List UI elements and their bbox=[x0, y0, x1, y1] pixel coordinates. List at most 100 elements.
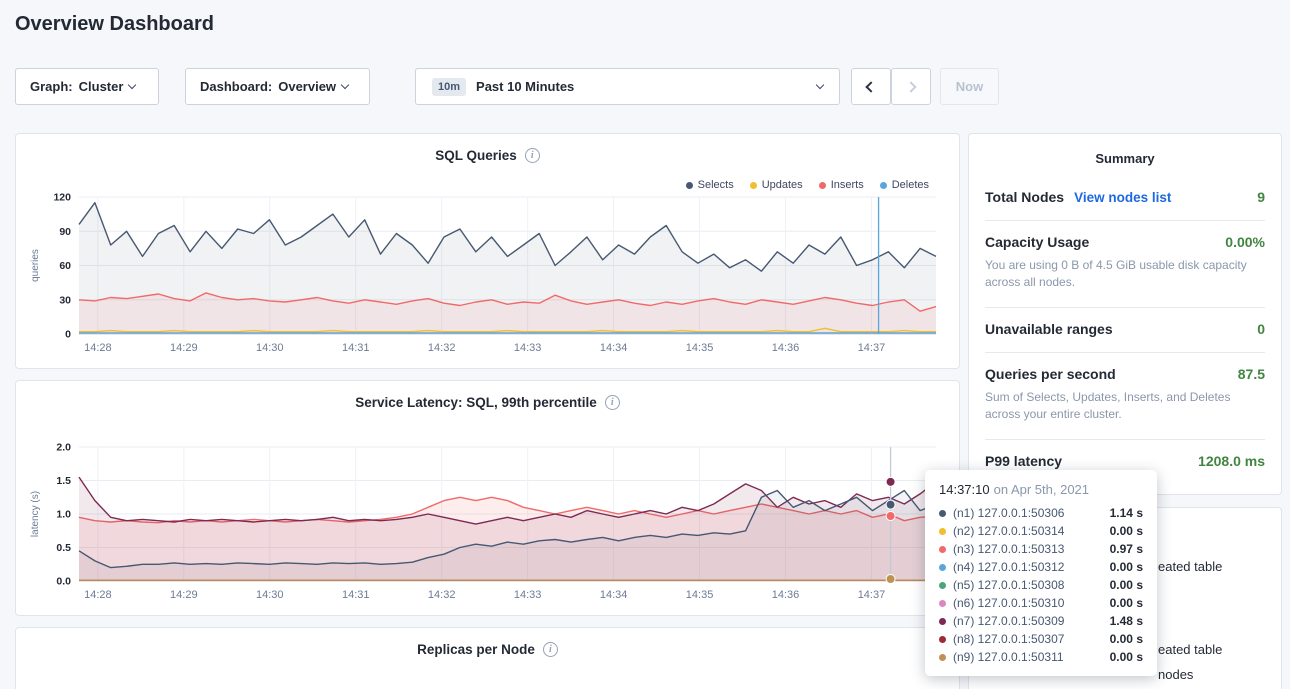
time-range-label: Past 10 Minutes bbox=[476, 79, 574, 94]
svg-text:14:37: 14:37 bbox=[858, 589, 886, 601]
capacity-usage-description: You are using 0 B of 4.5 GiB usable disk… bbox=[985, 257, 1265, 292]
svg-text:14:32: 14:32 bbox=[428, 589, 456, 601]
svg-text:14:34: 14:34 bbox=[600, 589, 628, 601]
event-item-fragment[interactable]: nodes bbox=[1158, 667, 1193, 682]
tooltip-node-value: 1.14 s bbox=[1110, 506, 1143, 520]
node-color-dot-icon bbox=[939, 564, 946, 571]
tooltip-node-row: (n9) 127.0.0.1:50311 0.00 s bbox=[939, 648, 1143, 666]
event-item-fragment[interactable]: eated table bbox=[1158, 559, 1222, 574]
svg-text:14:28: 14:28 bbox=[84, 589, 112, 601]
node-color-dot-icon bbox=[939, 510, 946, 517]
tooltip-node-value: 0.00 s bbox=[1110, 560, 1143, 574]
tooltip-node-value: 0.00 s bbox=[1110, 524, 1143, 538]
summary-total-nodes-row: Total Nodes View nodes list 9 bbox=[985, 176, 1265, 221]
svg-text:14:29: 14:29 bbox=[170, 342, 198, 354]
time-range-dropdown[interactable]: 10m Past 10 Minutes bbox=[415, 68, 840, 105]
dashboard-dropdown[interactable]: Dashboard: Overview bbox=[185, 68, 370, 105]
view-nodes-list-link[interactable]: View nodes list bbox=[1074, 190, 1171, 205]
svg-text:14:35: 14:35 bbox=[686, 589, 714, 601]
tooltip-node-label: (n1) 127.0.0.1:50306 bbox=[953, 506, 1064, 520]
tooltip-node-label: (n8) 127.0.0.1:50307 bbox=[953, 632, 1064, 646]
qps-label: Queries per second bbox=[985, 366, 1116, 382]
svg-text:14:29: 14:29 bbox=[170, 589, 198, 601]
time-prev-button[interactable] bbox=[851, 68, 891, 105]
qps-value: 87.5 bbox=[1238, 366, 1265, 382]
tooltip-node-value: 0.97 s bbox=[1110, 542, 1143, 556]
capacity-usage-label: Capacity Usage bbox=[985, 234, 1089, 250]
svg-text:60: 60 bbox=[59, 260, 71, 272]
chart-hover-tooltip: 14:37:10 on Apr 5th, 2021 (n1) 127.0.0.1:… bbox=[925, 470, 1157, 676]
tooltip-node-value: 0.00 s bbox=[1110, 578, 1143, 592]
node-color-dot-icon bbox=[939, 582, 946, 589]
tooltip-node-value: 0.00 s bbox=[1110, 596, 1143, 610]
svg-text:90: 90 bbox=[59, 226, 71, 238]
svg-text:1.5: 1.5 bbox=[56, 475, 71, 487]
svg-text:0.0: 0.0 bbox=[56, 576, 71, 588]
sql-queries-chart[interactable]: 030609012014:2814:2914:3014:3114:3214:33… bbox=[16, 134, 961, 370]
chevron-down-icon bbox=[816, 81, 824, 89]
tooltip-node-value: 1.48 s bbox=[1110, 614, 1143, 628]
summary-title: Summary bbox=[969, 134, 1281, 176]
qps-description: Sum of Selects, Updates, Inserts, and De… bbox=[985, 389, 1265, 424]
node-color-dot-icon bbox=[939, 528, 946, 535]
unavailable-ranges-value: 0 bbox=[1257, 321, 1265, 337]
node-color-dot-icon bbox=[939, 654, 946, 661]
tooltip-node-row: (n8) 127.0.0.1:503070.00 s bbox=[939, 630, 1143, 648]
graph-dropdown-value: Cluster bbox=[79, 79, 124, 94]
graph-dropdown[interactable]: Graph: Cluster bbox=[15, 68, 159, 105]
svg-text:14:34: 14:34 bbox=[600, 342, 628, 354]
svg-text:120: 120 bbox=[53, 192, 71, 204]
summary-panel: Summary Total Nodes View nodes list 9 Ca… bbox=[968, 133, 1282, 495]
service-latency-chart[interactable]: 0.0 0.5 1.0 1.5 2.0 14:28 14:29 14:30 14:31 14:32… bbox=[16, 381, 961, 617]
chevron-down-icon bbox=[128, 81, 136, 89]
tooltip-node-row: (n7) 127.0.0.1:50309 1.48 s bbox=[939, 612, 1143, 630]
svg-text:1.0: 1.0 bbox=[56, 509, 71, 521]
dashboard-dropdown-value: Overview bbox=[278, 79, 336, 94]
svg-text:0.5: 0.5 bbox=[56, 542, 71, 554]
svg-text:30: 30 bbox=[59, 294, 71, 306]
total-nodes-label: Total Nodes bbox=[985, 189, 1064, 205]
svg-text:14:30: 14:30 bbox=[256, 342, 284, 354]
info-icon[interactable] bbox=[543, 642, 558, 657]
page-title: Overview Dashboard bbox=[15, 13, 214, 36]
tooltip-date: on Apr 5th, 2021 bbox=[994, 482, 1089, 497]
summary-qps-row: Queries per second 87.5 Sum of Selects, … bbox=[985, 353, 1265, 440]
tooltip-time: 14:37:10 bbox=[939, 482, 990, 497]
node-color-dot-icon bbox=[939, 600, 946, 607]
svg-text:14:33: 14:33 bbox=[514, 589, 542, 601]
time-next-button[interactable] bbox=[891, 68, 931, 105]
event-item-fragment[interactable]: eated table bbox=[1158, 642, 1222, 657]
tooltip-node-value: 0.00 s bbox=[1110, 650, 1143, 664]
tooltip-node-row: (n2) 127.0.0.1:503140.00 s bbox=[939, 522, 1143, 540]
service-latency-card: Service Latency: SQL, 99th percentile 0.… bbox=[15, 380, 960, 616]
total-nodes-value: 9 bbox=[1257, 189, 1265, 205]
svg-text:2.0: 2.0 bbox=[56, 442, 71, 454]
node-color-dot-icon bbox=[939, 618, 946, 625]
p99-latency-value: 1208.0 ms bbox=[1198, 453, 1265, 469]
node-color-dot-icon bbox=[939, 636, 946, 643]
tooltip-node-label: (n7) 127.0.0.1:50309 bbox=[953, 614, 1064, 628]
svg-text:queries: queries bbox=[30, 249, 41, 282]
chevron-left-icon bbox=[865, 81, 876, 92]
tooltip-node-label: (n4) 127.0.0.1:50312 bbox=[953, 560, 1064, 574]
tooltip-node-label: (n6) 127.0.0.1:50310 bbox=[953, 596, 1064, 610]
now-button[interactable]: Now bbox=[940, 68, 999, 105]
svg-text:14:30: 14:30 bbox=[256, 589, 284, 601]
node-color-dot-icon bbox=[939, 546, 946, 553]
capacity-usage-value: 0.00% bbox=[1225, 234, 1265, 250]
time-range-badge: 10m bbox=[432, 78, 466, 96]
svg-text:latency (s): latency (s) bbox=[30, 491, 41, 537]
tooltip-node-row: (n1) 127.0.0.1:50306 1.14 s bbox=[939, 504, 1143, 522]
tooltip-node-row: (n3) 127.0.0.1:503130.97 s bbox=[939, 540, 1143, 558]
svg-text:14:31: 14:31 bbox=[342, 342, 370, 354]
tooltip-node-label: (n9) 127.0.0.1:50311 bbox=[953, 650, 1064, 664]
p99-latency-label: P99 latency bbox=[985, 453, 1062, 469]
svg-text:14:32: 14:32 bbox=[428, 342, 456, 354]
summary-capacity-row: Capacity Usage 0.00% You are using 0 B o… bbox=[985, 221, 1265, 308]
svg-text:14:31: 14:31 bbox=[342, 589, 370, 601]
svg-text:14:33: 14:33 bbox=[514, 342, 542, 354]
svg-text:14:37: 14:37 bbox=[858, 342, 886, 354]
svg-text:14:36: 14:36 bbox=[772, 342, 800, 354]
tooltip-node-row: (n6) 127.0.0.1:50310 0.00 s bbox=[939, 594, 1143, 612]
graph-dropdown-label: Graph: bbox=[30, 79, 73, 94]
